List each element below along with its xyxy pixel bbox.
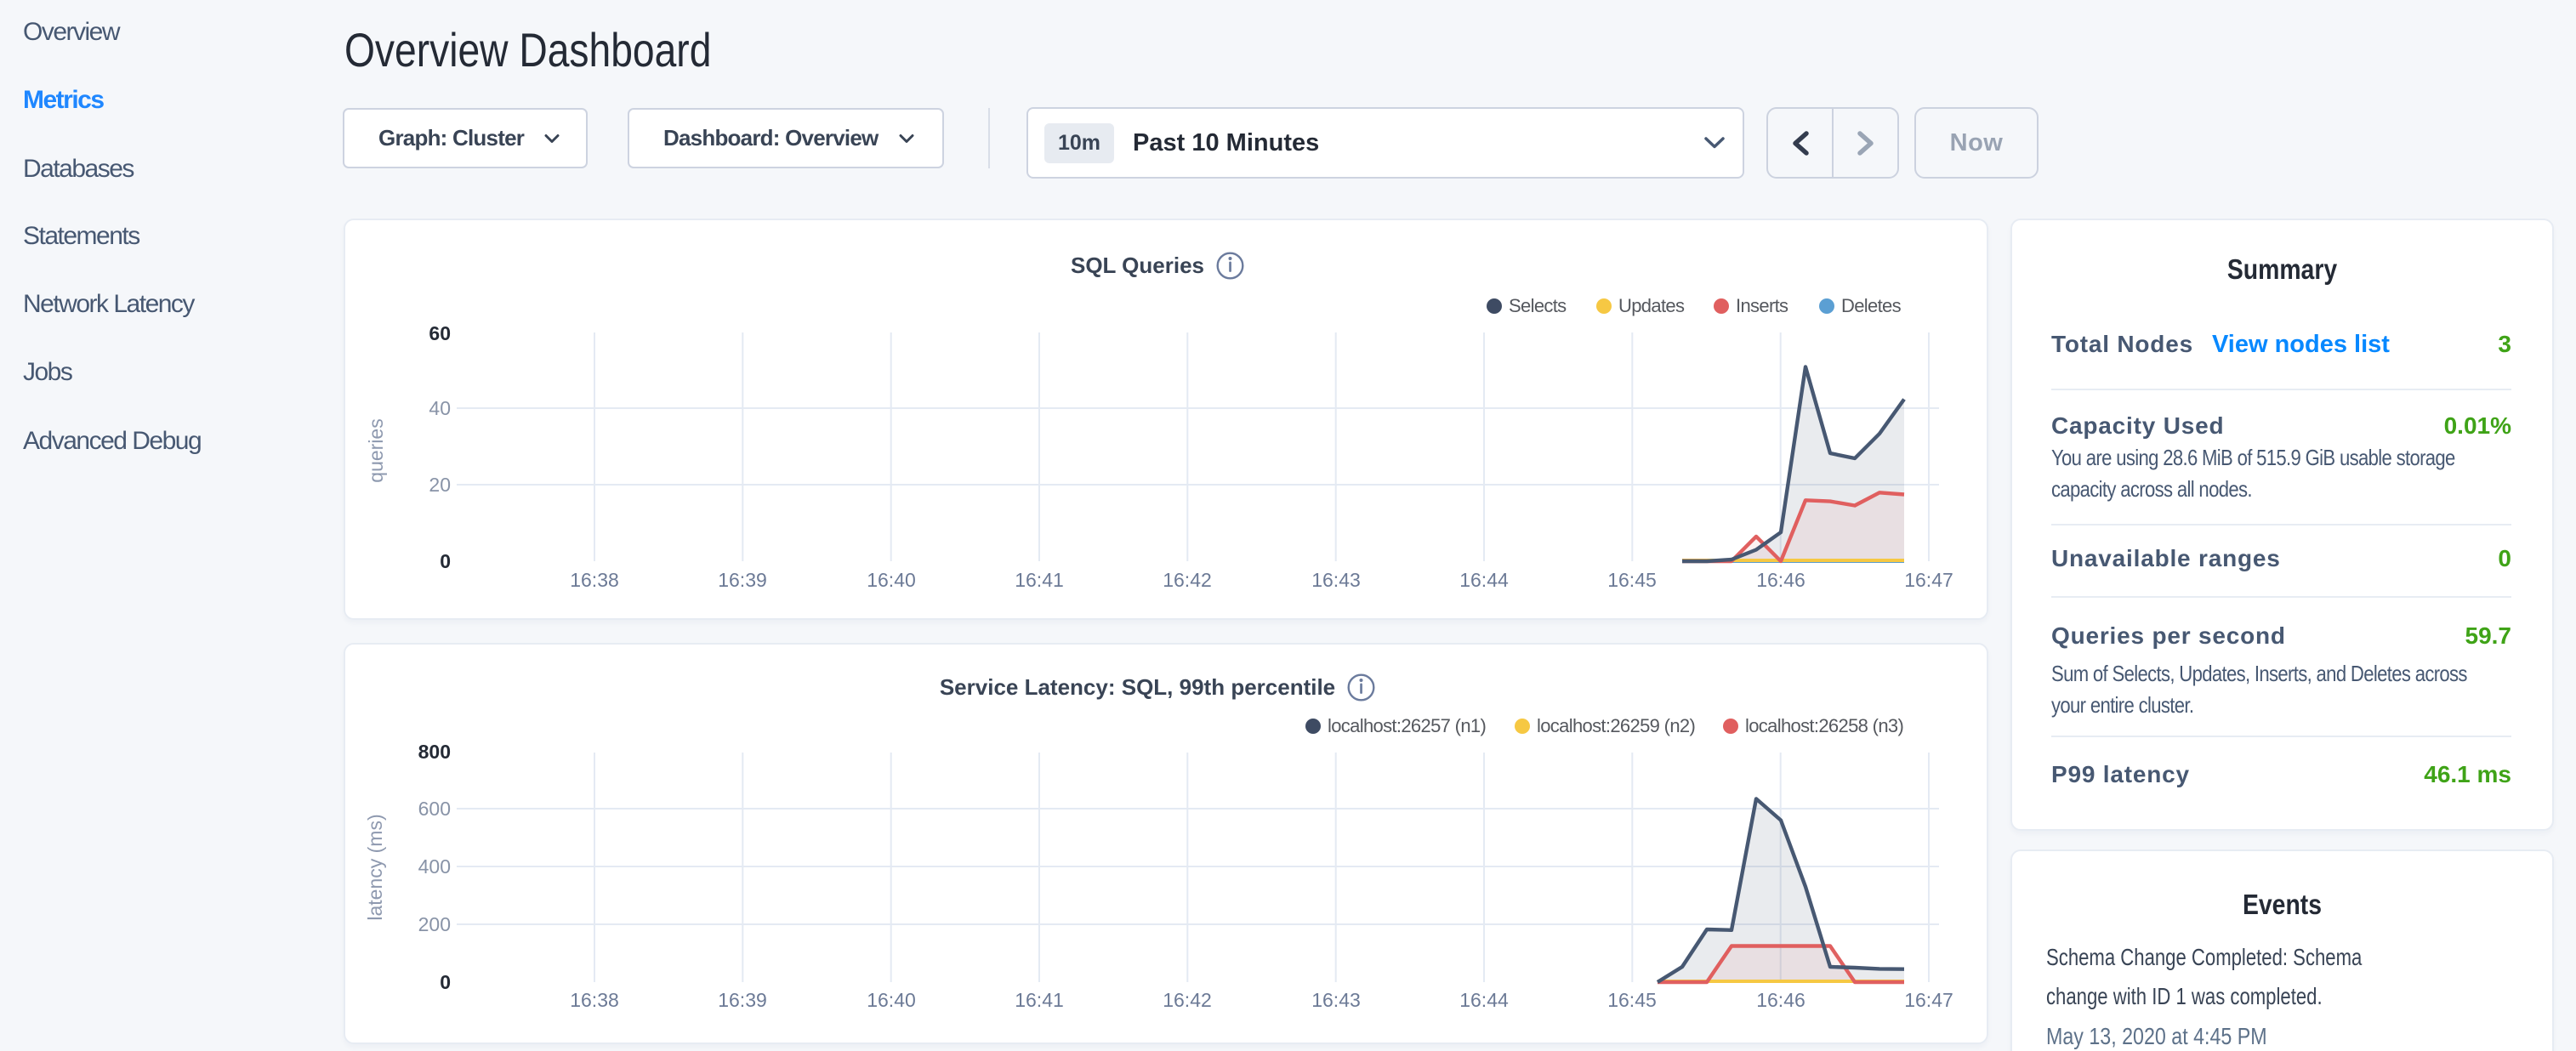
svg-text:0: 0 bbox=[440, 971, 451, 993]
svg-text:16:45: 16:45 bbox=[1607, 569, 1657, 591]
svg-text:16:41: 16:41 bbox=[1015, 989, 1064, 1011]
svg-text:16:38: 16:38 bbox=[570, 989, 619, 1011]
svg-text:16:40: 16:40 bbox=[867, 569, 916, 591]
svg-text:200: 200 bbox=[418, 913, 451, 935]
svg-text:0: 0 bbox=[440, 550, 451, 572]
svg-text:16:46: 16:46 bbox=[1756, 569, 1805, 591]
svg-text:16:44: 16:44 bbox=[1459, 989, 1509, 1011]
svg-text:16:46: 16:46 bbox=[1756, 989, 1805, 1011]
svg-text:16:38: 16:38 bbox=[570, 569, 619, 591]
svg-text:60: 60 bbox=[429, 322, 451, 344]
svg-text:20: 20 bbox=[429, 474, 451, 496]
svg-text:queries: queries bbox=[365, 418, 387, 482]
svg-text:16:42: 16:42 bbox=[1163, 569, 1212, 591]
svg-text:40: 40 bbox=[429, 397, 451, 419]
svg-text:800: 800 bbox=[418, 741, 451, 763]
svg-text:16:44: 16:44 bbox=[1459, 569, 1509, 591]
svg-text:16:47: 16:47 bbox=[1904, 989, 1953, 1011]
svg-text:16:39: 16:39 bbox=[718, 989, 767, 1011]
svg-text:16:43: 16:43 bbox=[1311, 989, 1361, 1011]
svg-text:16:40: 16:40 bbox=[867, 989, 916, 1011]
svg-text:600: 600 bbox=[418, 798, 451, 820]
svg-text:400: 400 bbox=[418, 855, 451, 878]
svg-text:latency (ms): latency (ms) bbox=[364, 814, 386, 920]
svg-text:16:47: 16:47 bbox=[1904, 569, 1953, 591]
svg-text:16:42: 16:42 bbox=[1163, 989, 1212, 1011]
svg-text:16:45: 16:45 bbox=[1607, 989, 1657, 1011]
svg-text:16:39: 16:39 bbox=[718, 569, 767, 591]
svg-text:16:43: 16:43 bbox=[1311, 569, 1361, 591]
svg-text:16:41: 16:41 bbox=[1015, 569, 1064, 591]
